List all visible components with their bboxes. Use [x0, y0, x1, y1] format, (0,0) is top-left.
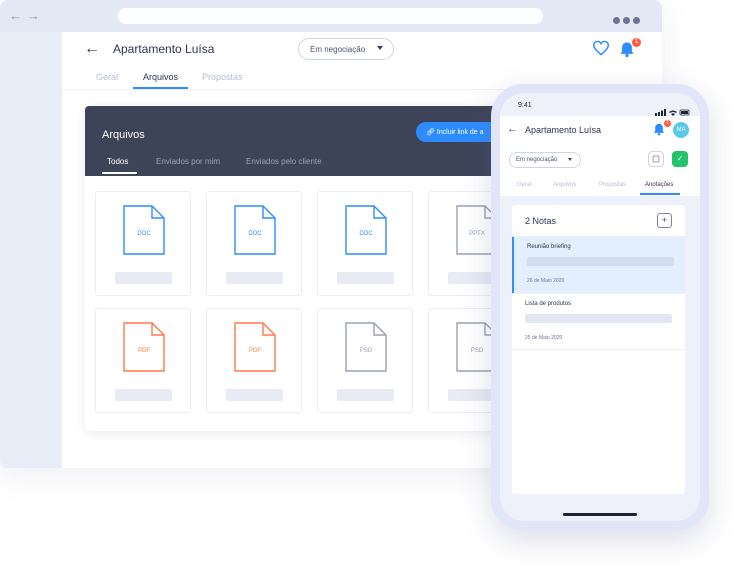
- file-card[interactable]: PDF: [95, 308, 191, 413]
- mobile-tab-geral[interactable]: Geral: [517, 182, 532, 188]
- filter-tab-enviados-pelo-cliente[interactable]: Enviados pelo cliente: [246, 157, 322, 166]
- mobile-tab-arquivos[interactable]: Arquivos: [553, 182, 576, 188]
- back-arrow-icon[interactable]: ←: [84, 40, 100, 58]
- tab-propostas[interactable]: Propostas: [202, 72, 243, 82]
- mobile-tab-indicator: [640, 193, 680, 195]
- filter-tab-enviados-por-mim[interactable]: Enviados por mim: [156, 157, 220, 166]
- forward-nav-icon[interactable]: →: [27, 8, 40, 23]
- note-preview: [527, 257, 674, 266]
- file-type-label: PSD: [359, 348, 373, 354]
- file-card[interactable]: PDF: [206, 308, 302, 413]
- note-title: Reunião briefing: [527, 244, 571, 250]
- file-icon: PDF: [234, 322, 276, 372]
- tab-arquivos[interactable]: Arquivos: [143, 72, 178, 82]
- file-name-placeholder: [226, 389, 283, 401]
- heart-icon[interactable]: [592, 40, 610, 61]
- status-dropdown[interactable]: Em negociação: [298, 38, 394, 60]
- chevron-down-icon: [568, 158, 572, 161]
- file-type-label: PDF: [249, 348, 261, 354]
- file-icon: DOC: [123, 205, 165, 255]
- sidebar: [0, 32, 62, 468]
- address-bar[interactable]: [118, 8, 543, 24]
- browser-menu-icon[interactable]: [613, 11, 643, 29]
- mobile-back-icon[interactable]: ←: [507, 123, 518, 135]
- check-icon[interactable]: ✓: [672, 151, 688, 167]
- file-icon: DOC: [234, 205, 276, 255]
- mobile-bell-icon[interactable]: 1: [651, 120, 671, 141]
- note-date: 25 de Maio 2020: [525, 335, 563, 341]
- status-value: Em negociação: [310, 45, 366, 54]
- mobile-title: Apartamento Luísa: [525, 125, 602, 135]
- divider: [512, 349, 685, 350]
- mobile-status-dropdown[interactable]: Em negociação: [509, 152, 581, 168]
- mobile-tab-anotacoes[interactable]: Anotações: [645, 182, 673, 188]
- filter-tab-todos[interactable]: Todos: [107, 157, 128, 166]
- status-time: 9:41: [518, 102, 532, 109]
- page-title: Apartamento Luísa: [113, 42, 215, 56]
- file-name-placeholder: [337, 272, 394, 284]
- note-preview: [525, 314, 672, 323]
- chevron-down-icon: [377, 46, 383, 50]
- add-note-button[interactable]: +: [657, 213, 672, 228]
- file-name-placeholder: [115, 389, 172, 401]
- file-type-label: DOC: [359, 231, 373, 237]
- file-name-placeholder: [115, 272, 172, 284]
- file-type-label: DOC: [137, 231, 151, 237]
- file-name-placeholder: [337, 389, 394, 401]
- file-card[interactable]: PSD: [317, 308, 413, 413]
- file-card[interactable]: DOC: [317, 191, 413, 296]
- add-link-label: Incluir link de a: [436, 129, 484, 136]
- file-card[interactable]: DOC: [95, 191, 191, 296]
- avatar[interactable]: MA: [673, 122, 689, 138]
- file-card[interactable]: DOC: [206, 191, 302, 296]
- note-item[interactable]: Lista de produtos 25 de Maio 2020: [512, 294, 685, 350]
- file-icon: PDF: [123, 322, 165, 372]
- mobile-notification-badge: 1: [664, 120, 671, 127]
- notification-badge: 1: [632, 38, 641, 47]
- tab-active-indicator: [133, 87, 188, 89]
- link-icon: 🔗︎: [426, 129, 437, 136]
- filter-tab-indicator: [102, 172, 137, 174]
- note-date: 26 de Maio 2020: [527, 278, 565, 284]
- tab-geral[interactable]: Geral: [96, 72, 118, 82]
- signal-wifi-battery-icon: [655, 103, 691, 121]
- file-type-label: PDF: [138, 348, 150, 354]
- notes-count-title: 2 Notas: [525, 216, 557, 226]
- notification-bell-icon[interactable]: 1: [617, 38, 641, 63]
- note-item[interactable]: Reunião briefing 26 de Maio 2020: [512, 237, 685, 293]
- note-title: Lista de produtos: [525, 301, 572, 307]
- files-panel-title: Arquivos: [102, 129, 145, 141]
- mobile-status-value: Em negociação: [516, 157, 558, 163]
- file-name-placeholder: [226, 272, 283, 284]
- back-nav-icon[interactable]: ←: [9, 8, 22, 23]
- calendar-icon[interactable]: [648, 151, 664, 167]
- file-type-label: DOC: [248, 231, 262, 237]
- mobile-tab-propostas[interactable]: Propostas: [599, 182, 626, 188]
- home-indicator: [563, 513, 637, 516]
- file-icon: DOC: [345, 205, 387, 255]
- file-icon: PSD: [345, 322, 387, 372]
